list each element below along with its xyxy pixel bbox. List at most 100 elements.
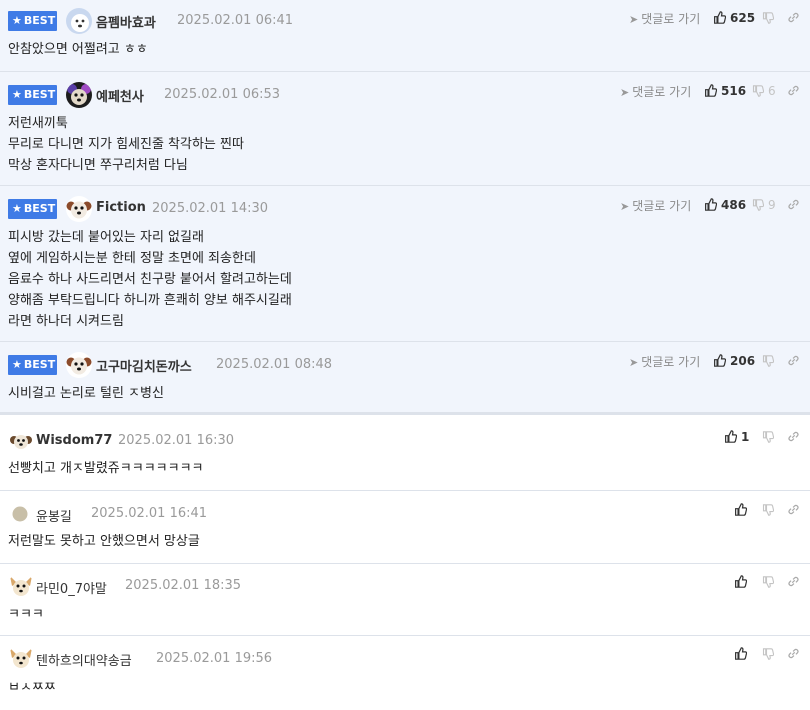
nickname[interactable]: 윤봉길 bbox=[36, 506, 72, 525]
comment-body: 저런말도 못하고 안했으면서 망상글 bbox=[8, 531, 200, 552]
star-icon: ★ bbox=[12, 202, 22, 215]
comment-date: 2025.02.01 06:41 bbox=[177, 13, 294, 28]
comment-body: 선빵치고 개ㅈ발렸쥬ㅋㅋㅋㅋㅋㅋㅋ bbox=[8, 458, 204, 479]
thumbs-down-icon bbox=[752, 85, 764, 97]
link-icon[interactable] bbox=[787, 430, 801, 444]
thumbs-up-icon bbox=[735, 575, 747, 588]
comment-line: ㅋㅋㅋ bbox=[8, 607, 44, 622]
nickname[interactable]: 텐하흐의대약송금 bbox=[36, 650, 132, 669]
like-button[interactable] bbox=[734, 647, 751, 661]
comment-line: ㅂㅅㅉㅉ bbox=[8, 680, 56, 695]
link-icon[interactable] bbox=[787, 354, 801, 368]
dislike-button[interactable] bbox=[762, 647, 778, 661]
avatar[interactable] bbox=[12, 506, 28, 522]
dislike-button[interactable] bbox=[762, 354, 778, 368]
comment-line: 선빵치고 개ㅈ발렸쥬ㅋㅋㅋㅋㅋㅋㅋ bbox=[8, 461, 204, 476]
link-icon[interactable] bbox=[787, 647, 801, 661]
comment-header: Wisdom77 2025.02.01 16:30 1 bbox=[0, 418, 810, 454]
like-button[interactable]: 516 bbox=[704, 84, 746, 98]
avatar[interactable] bbox=[66, 82, 92, 108]
thumbs-up-icon bbox=[714, 11, 726, 24]
like-count: 206 bbox=[730, 354, 756, 368]
comment-line: 안참았으면 어쩔려고 ㅎㅎ bbox=[8, 42, 148, 57]
comment-line: 양해좀 부탁드립니다 하니까 흔쾌히 양보 해주시길래 bbox=[8, 293, 292, 308]
comment-header: 윤봉길 2025.02.01 16:41 bbox=[0, 491, 810, 525]
comment-body: 피시방 갔는데 붙어있는 자리 없길래 옆에 게임하시는분 한테 정말 초면에 … bbox=[8, 227, 292, 332]
comment-item: 라민0_7야말 2025.02.01 18:35 ㅋㅋㅋ bbox=[0, 564, 810, 636]
comment-item: 텐하흐의대약송금 2025.02.01 19:56 ㅂㅅㅉㅉ bbox=[0, 636, 810, 710]
dislike-button[interactable] bbox=[762, 503, 778, 517]
best-badge: ★ BEST bbox=[8, 355, 57, 375]
thumbs-up-icon bbox=[735, 647, 747, 660]
comment-body: 시비걸고 논리로 털린 ㅈ병신 bbox=[8, 383, 164, 404]
dog-face-icon bbox=[66, 82, 92, 108]
white-dog-icon bbox=[66, 8, 92, 34]
dislike-button[interactable] bbox=[762, 11, 778, 25]
nickname[interactable]: 고구마김치돈까스 bbox=[96, 356, 192, 375]
like-button[interactable]: 486 bbox=[704, 198, 746, 212]
star-icon: ★ bbox=[12, 14, 22, 27]
dislike-button[interactable] bbox=[762, 575, 778, 589]
goto-reply-label: 댓글로 가기 bbox=[641, 355, 701, 369]
nickname[interactable]: Wisdom77 bbox=[36, 433, 112, 448]
dislike-button[interactable]: 6 bbox=[752, 84, 776, 98]
dot-icon bbox=[12, 506, 28, 522]
comment-date: 2025.02.01 19:56 bbox=[156, 651, 273, 666]
comment-date: 2025.02.01 08:48 bbox=[216, 357, 333, 372]
link-icon[interactable] bbox=[787, 575, 801, 589]
avatar[interactable] bbox=[66, 196, 92, 222]
dislike-button[interactable] bbox=[762, 430, 778, 444]
comment-body: ㅂㅅㅉㅉ bbox=[8, 677, 56, 698]
avatar[interactable] bbox=[8, 645, 34, 671]
comment-header: ★ BEST 음펨바효과 2025.02.01 06:41 ➤ 댓글로 가기 625 bbox=[0, 0, 810, 34]
thumbs-up-icon bbox=[705, 84, 717, 97]
link-icon[interactable] bbox=[787, 503, 801, 517]
like-button[interactable] bbox=[734, 503, 751, 517]
avatar[interactable] bbox=[66, 8, 92, 34]
star-icon: ★ bbox=[12, 358, 22, 371]
thumbs-down-icon bbox=[762, 355, 774, 367]
comment-date: 2025.02.01 18:35 bbox=[125, 578, 242, 593]
dislike-button[interactable]: 9 bbox=[752, 198, 776, 212]
comment-line: 라면 하나더 시켜드림 bbox=[8, 314, 124, 329]
dog-face-icon bbox=[66, 196, 92, 222]
nickname[interactable]: 음펨바효과 bbox=[96, 12, 156, 31]
comment-header: ★ BEST 고구마김치돈까스 2025.02.01 08:48 ➤ 댓글로 가기 … bbox=[0, 342, 810, 378]
link-icon[interactable] bbox=[787, 11, 801, 25]
dislike-count: 9 bbox=[768, 198, 776, 212]
comment-header: ★ BEST Fiction 2025.02.01 14:30 ➤ 댓글로 가기 4… bbox=[0, 186, 810, 222]
best-badge-label: BEST bbox=[23, 358, 56, 371]
comment-item: ★ BEST Fiction 2025.02.01 14:30 ➤ 댓글로 가기 4… bbox=[0, 186, 810, 342]
thumbs-up-icon bbox=[705, 198, 717, 211]
goto-reply-link[interactable]: ➤ 댓글로 가기 bbox=[629, 353, 700, 370]
nickname[interactable]: 예페천사 bbox=[96, 86, 144, 105]
nickname[interactable]: Fiction bbox=[96, 200, 146, 215]
comment-header: ★ BEST 예페천사 2025.02.01 06:53 ➤ 댓글로 가기 516 … bbox=[0, 72, 810, 108]
avatar[interactable] bbox=[8, 573, 34, 599]
chihuahua-icon bbox=[8, 645, 34, 671]
nickname[interactable]: 라민0_7야말 bbox=[36, 578, 107, 597]
link-icon[interactable] bbox=[787, 198, 801, 212]
avatar[interactable] bbox=[66, 352, 92, 378]
comment-date: 2025.02.01 16:30 bbox=[118, 433, 235, 448]
comment-item: 윤봉길 2025.02.01 16:41 저런말도 못하고 안했으면서 망상글 bbox=[0, 491, 810, 564]
comment-date: 2025.02.01 06:53 bbox=[164, 87, 281, 102]
thumbs-down-icon bbox=[752, 199, 764, 211]
link-icon[interactable] bbox=[787, 84, 801, 98]
comment-item: ★ BEST 음펨바효과 2025.02.01 06:41 ➤ 댓글로 가기 625… bbox=[0, 0, 810, 72]
goto-reply-link[interactable]: ➤ 댓글로 가기 bbox=[629, 10, 700, 27]
like-count: 625 bbox=[730, 11, 756, 25]
like-button[interactable]: 1 bbox=[724, 430, 749, 444]
best-badge-label: BEST bbox=[23, 88, 56, 101]
like-button[interactable] bbox=[734, 575, 751, 589]
avatar[interactable] bbox=[8, 428, 34, 454]
thumbs-down-icon bbox=[762, 431, 774, 443]
like-button[interactable]: 206 bbox=[713, 354, 755, 368]
send-arrow-icon: ➤ bbox=[629, 13, 639, 26]
like-button[interactable]: 625 bbox=[713, 11, 755, 25]
goto-reply-link[interactable]: ➤ 댓글로 가기 bbox=[620, 83, 691, 100]
star-icon: ★ bbox=[12, 88, 22, 101]
goto-reply-link[interactable]: ➤ 댓글로 가기 bbox=[620, 197, 691, 214]
send-arrow-icon: ➤ bbox=[620, 86, 630, 99]
best-badge: ★ BEST bbox=[8, 11, 57, 31]
